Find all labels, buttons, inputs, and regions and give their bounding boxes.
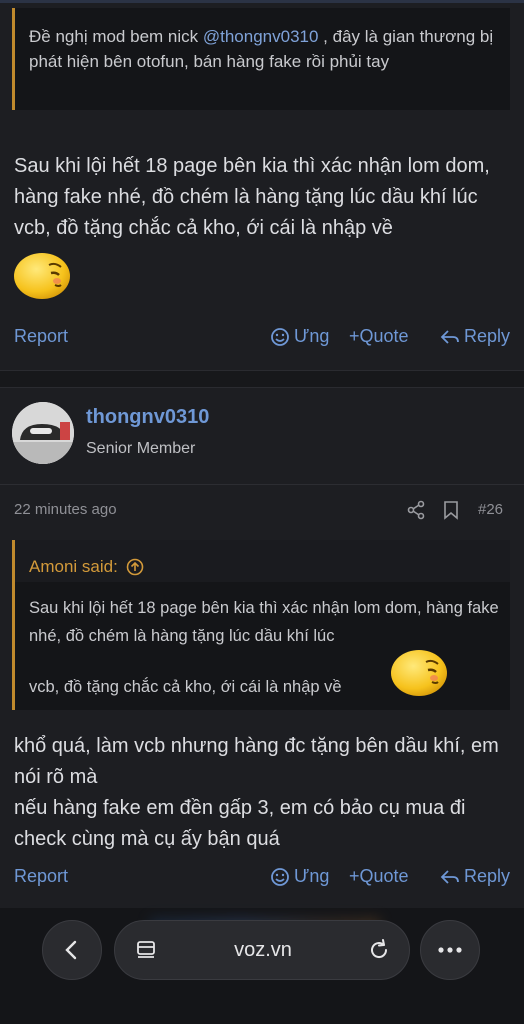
post-meta: 22 minutes ago #26: [0, 498, 524, 522]
address-bar[interactable]: voz.vn: [114, 920, 410, 980]
browser-toolbar: voz.vn: [0, 908, 524, 1024]
reply-button[interactable]: Reply: [440, 326, 510, 347]
message-line: khổ quá, làm vcb nhưng hàng đc tặng bên …: [14, 735, 499, 788]
message-line: nếu hàng fake em đền gấp 3, em có bảo cụ…: [14, 797, 466, 850]
smirk-emoji-icon: [14, 253, 70, 299]
back-button[interactable]: [42, 920, 102, 980]
post-actions: Report Ưng +Quote Reply: [0, 862, 524, 892]
post-1: Đề nghị mod bem nick @thongnv0310 , đây …: [0, 0, 524, 370]
divider: [0, 484, 524, 485]
avatar-image: [12, 402, 74, 464]
post-actions: Report Ưng +Quote Reply: [0, 322, 524, 352]
username-link[interactable]: thongnv0310: [86, 406, 209, 429]
more-menu-button[interactable]: [420, 920, 480, 980]
quote-body-line: vcb, đồ tặng chắc cả kho, ới cái là nhập…: [29, 678, 342, 696]
smirk-emoji-icon: [391, 650, 447, 696]
top-accent-bar: [0, 0, 524, 3]
reply-button[interactable]: Reply: [440, 866, 510, 887]
post-separator: [0, 370, 524, 388]
react-label: Ưng: [294, 326, 330, 346]
post-message: Sau khi lội hết 18 page bên kia thì xác …: [14, 155, 490, 239]
reply-arrow-icon: [440, 869, 459, 884]
user-title: Senior Member: [86, 440, 196, 457]
reload-icon[interactable]: [367, 938, 391, 962]
share-icon[interactable]: [406, 500, 426, 520]
more-dots-icon: [438, 947, 462, 953]
report-link[interactable]: Report: [14, 866, 68, 887]
post-2: thongnv0310 Senior Member 22 minutes ago…: [0, 388, 524, 908]
quote-body: Sau khi lội hết 18 page bên kia thì xác …: [29, 599, 499, 645]
post-number-link[interactable]: #26: [478, 501, 503, 518]
reply-label: Reply: [464, 866, 511, 886]
reply-label: Reply: [464, 326, 511, 346]
quote-text: Đề nghị mod bem nick @thongnv0310 , đây …: [29, 27, 494, 71]
post-message: khổ quá, làm vcb nhưng hàng đc tặng bên …: [14, 731, 514, 855]
quote-header[interactable]: Amoni said:: [15, 540, 510, 582]
arrow-up-circle-icon: [126, 558, 144, 576]
quote-button[interactable]: +Quote: [349, 866, 409, 887]
smiley-icon: [271, 327, 289, 346]
quote-block: Đề nghị mod bem nick @thongnv0310 , đây …: [12, 8, 510, 110]
react-button[interactable]: Ưng: [270, 866, 329, 887]
chevron-left-icon: [65, 940, 77, 960]
avatar[interactable]: [12, 402, 74, 464]
report-link[interactable]: Report: [14, 326, 68, 347]
react-button[interactable]: Ưng: [270, 326, 329, 347]
reply-arrow-icon: [440, 329, 459, 344]
quote-button[interactable]: +Quote: [349, 326, 409, 347]
user-mention-link[interactable]: @thongnv0310: [203, 27, 319, 46]
quote-author: Amoni said:: [29, 557, 118, 576]
post-time[interactable]: 22 minutes ago: [14, 501, 117, 518]
react-label: Ưng: [294, 866, 330, 886]
bookmark-icon[interactable]: [442, 500, 460, 520]
smiley-icon: [271, 867, 289, 886]
